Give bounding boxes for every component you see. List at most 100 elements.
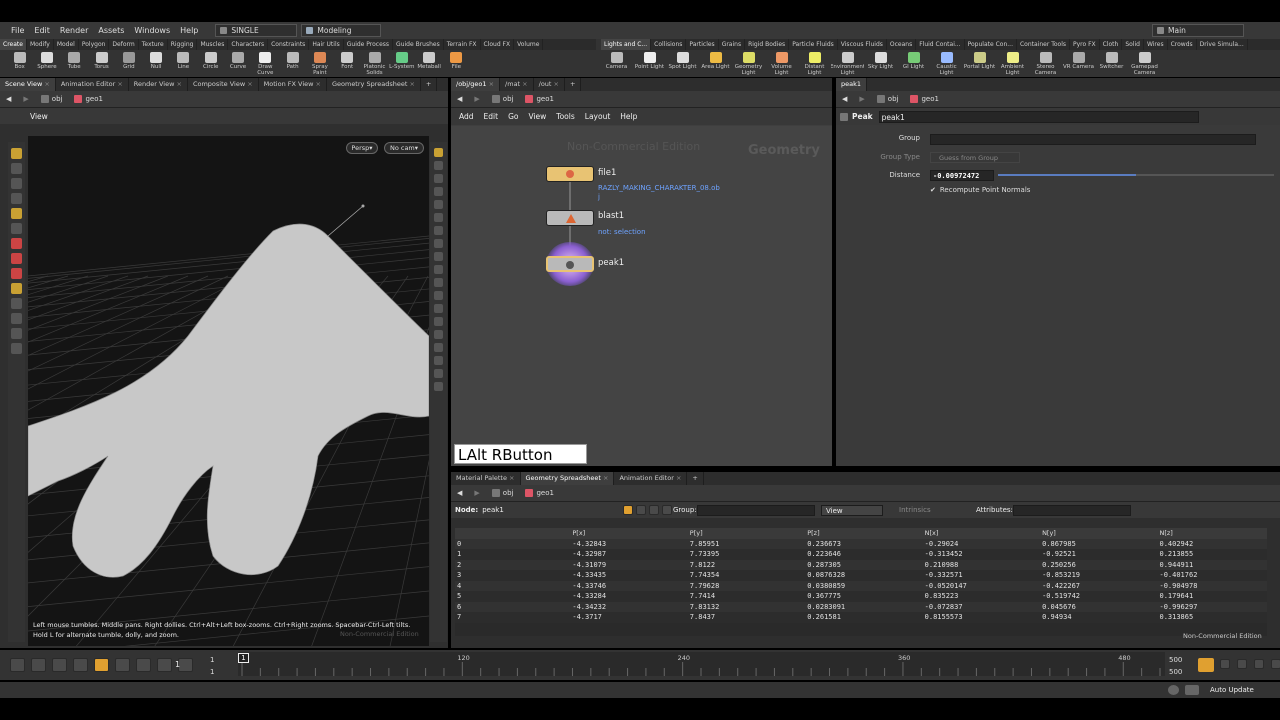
shelf-tab-container-tools[interactable]: Container Tools bbox=[1017, 39, 1070, 50]
view-icon[interactable] bbox=[11, 223, 22, 234]
shelf-tab-grains[interactable]: Grains bbox=[719, 39, 746, 50]
shelf-tool-spray-paint[interactable]: Spray Paint bbox=[306, 50, 333, 77]
column-header[interactable]: N[x] bbox=[922, 528, 1041, 539]
tab-geometry-spreadsheet[interactable]: Geometry Spreadsheet × bbox=[520, 472, 615, 485]
cam-lock-icon[interactable] bbox=[434, 174, 443, 183]
shelf-tab-terrain-fx[interactable]: Terrain FX bbox=[444, 39, 481, 50]
tab-composite-view[interactable]: Composite View × bbox=[188, 78, 259, 91]
shelf-tab-oceans[interactable]: Oceans bbox=[887, 39, 917, 50]
param-crumb-obj[interactable]: obj bbox=[871, 95, 905, 103]
menu-windows[interactable]: Windows bbox=[129, 26, 175, 35]
snap-icon[interactable] bbox=[11, 238, 22, 249]
shelf-tab-collisions[interactable]: Collisions bbox=[651, 39, 687, 50]
net-menu-view[interactable]: View bbox=[528, 112, 546, 121]
tab-out[interactable]: /out × bbox=[534, 78, 565, 91]
shelf-tab-rigging[interactable]: Rigging bbox=[168, 39, 198, 50]
shelf-tool-portal-light[interactable]: Portal Light bbox=[963, 50, 996, 77]
column-header[interactable]: P[x] bbox=[570, 528, 688, 539]
net-back-icon[interactable]: ◀ bbox=[451, 95, 468, 103]
net-forward-icon[interactable]: ▶ bbox=[468, 95, 485, 103]
frame-end[interactable]: 500 bbox=[1169, 656, 1182, 664]
shelf-tab-rigid-bodies[interactable]: Rigid Bodies bbox=[745, 39, 790, 50]
persp-dropdown[interactable]: Persp▾ bbox=[346, 142, 378, 154]
next-key-icon[interactable] bbox=[157, 658, 172, 672]
param-forward-icon[interactable]: ▶ bbox=[853, 95, 870, 103]
add-tab-button[interactable]: + bbox=[687, 472, 704, 485]
ss-back-icon[interactable]: ◀ bbox=[451, 489, 468, 497]
group-field[interactable] bbox=[930, 134, 1256, 145]
main-dropdown[interactable]: Main bbox=[1152, 24, 1244, 37]
shelf-tool-null[interactable]: Null bbox=[142, 50, 169, 77]
shelf-tab-characters[interactable]: Characters bbox=[228, 39, 269, 50]
frame-start-2[interactable]: 1 bbox=[210, 668, 214, 676]
shelf-tab-hair-utils[interactable]: Hair Utils bbox=[309, 39, 344, 50]
shelf-tool-path[interactable]: Path bbox=[279, 50, 306, 77]
net-menu-tools[interactable]: Tools bbox=[556, 112, 574, 121]
realtime-icon[interactable] bbox=[1220, 659, 1230, 669]
shelf-tab-cloud-fx[interactable]: Cloud FX bbox=[481, 39, 515, 50]
node-name-field[interactable]: peak1 bbox=[878, 110, 1199, 123]
grid-snap-icon[interactable] bbox=[11, 268, 22, 279]
node-blast1[interactable] bbox=[546, 210, 594, 226]
menu-assets[interactable]: Assets bbox=[93, 26, 129, 35]
camera-dropdown[interactable]: No cam▾ bbox=[384, 142, 424, 154]
close-icon[interactable]: × bbox=[674, 474, 681, 482]
column-header[interactable] bbox=[455, 528, 571, 539]
tab-render-view[interactable]: Render View × bbox=[129, 78, 188, 91]
param-crumb-geo1[interactable]: geo1 bbox=[904, 95, 945, 103]
close-icon[interactable]: × bbox=[407, 80, 414, 88]
table-row[interactable]: 7 -4.3717 7.8437 0.261581 0.8155573 0.94934 0.… bbox=[455, 612, 1267, 623]
shelf-tool-box[interactable]: Box bbox=[6, 50, 33, 77]
timeline-track[interactable]: 120 240 360 480 1 bbox=[238, 652, 1165, 676]
net-menu-help[interactable]: Help bbox=[620, 112, 637, 121]
table-row[interactable]: 2 -4.31079 7.8122 0.287305 0.210988 0.250256 0… bbox=[455, 559, 1267, 570]
table-row[interactable]: 1 -4.32987 7.73395 0.223646 -0.313452 -0.9252… bbox=[455, 549, 1267, 560]
distance-slider[interactable] bbox=[998, 174, 1274, 176]
table-row[interactable]: 0 -4.32843 7.85951 0.236673 -0.29024 0.867985… bbox=[455, 538, 1267, 549]
ss-crumb-obj[interactable]: obj bbox=[486, 489, 520, 497]
shelf-tool-switcher[interactable]: Switcher bbox=[1095, 50, 1128, 77]
ghost-icon[interactable] bbox=[434, 239, 443, 248]
shelf-tab-constraints[interactable]: Constraints bbox=[268, 39, 310, 50]
shelf-tab-guide-process[interactable]: Guide Process bbox=[344, 39, 394, 50]
first-frame-icon[interactable] bbox=[10, 658, 25, 672]
close-icon[interactable]: × bbox=[42, 80, 49, 88]
shelf-tab-particles[interactable]: Particles bbox=[686, 39, 719, 50]
add-tab-button[interactable]: + bbox=[421, 78, 438, 91]
menu-edit[interactable]: Edit bbox=[29, 26, 55, 35]
shelf-tab-particle-fluids[interactable]: Particle Fluids bbox=[789, 39, 838, 50]
frame-start[interactable]: 1 bbox=[210, 656, 214, 664]
play-reverse-icon[interactable] bbox=[73, 658, 88, 672]
shelf-tool-point-light[interactable]: Point Light bbox=[633, 50, 666, 77]
text-icon[interactable] bbox=[434, 343, 443, 352]
column-header[interactable]: P[y] bbox=[687, 528, 806, 539]
tab-material-palette[interactable]: Material Palette × bbox=[451, 472, 521, 485]
visibility-icon[interactable] bbox=[434, 226, 443, 235]
normals-icon[interactable] bbox=[434, 278, 443, 287]
table-row[interactable]: 6 -4.34232 7.83132 0.0283091 -0.072837 0.0456… bbox=[455, 601, 1267, 612]
pose-icon[interactable] bbox=[11, 298, 22, 309]
playhead[interactable]: 1 bbox=[238, 653, 249, 663]
shelf-tool-platonic-solids[interactable]: Platonic Solids bbox=[361, 50, 388, 77]
menu-render[interactable]: Render bbox=[55, 26, 93, 35]
ss-view-dropdown[interactable]: View bbox=[821, 504, 883, 516]
snapshot-icon[interactable] bbox=[434, 252, 443, 261]
column-header[interactable]: N[y] bbox=[1040, 528, 1158, 539]
ss-crumb-geo1[interactable]: geo1 bbox=[519, 489, 560, 497]
distance-field[interactable]: -0.00972472 bbox=[930, 170, 994, 181]
shelf-tool-sphere[interactable]: Sphere bbox=[33, 50, 60, 77]
column-header[interactable]: P[z] bbox=[805, 528, 923, 539]
shelf-tool-distant-light[interactable]: Distant Light bbox=[798, 50, 831, 77]
primitives-mode-button[interactable] bbox=[649, 505, 659, 515]
shelf-tab-drive-simula[interactable]: Drive Simula... bbox=[1197, 39, 1248, 50]
table-row[interactable]: 3 -4.33435 7.74354 0.0876328 -0.332571 -0.853… bbox=[455, 570, 1267, 581]
shelf-tool-curve[interactable]: Curve bbox=[224, 50, 251, 77]
stop-icon[interactable] bbox=[94, 658, 109, 672]
lock-icon[interactable] bbox=[434, 161, 443, 170]
close-icon[interactable]: × bbox=[313, 80, 321, 88]
net-menu-add[interactable]: Add bbox=[459, 112, 474, 121]
step-back-icon[interactable] bbox=[52, 658, 67, 672]
shelf-tool-font[interactable]: Font bbox=[334, 50, 361, 77]
desktop-mode-dropdown[interactable]: SINGLE bbox=[215, 24, 298, 37]
shelf-tool-gamepad-camera[interactable]: Gamepad Camera bbox=[1128, 50, 1161, 77]
